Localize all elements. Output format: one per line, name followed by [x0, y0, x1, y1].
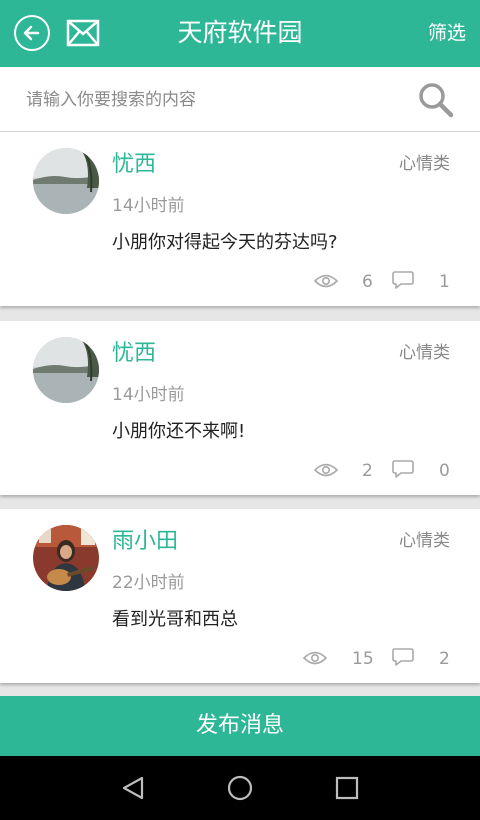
user-name[interactable]: 雨小田 — [112, 527, 178, 557]
view-count: 6 — [362, 272, 373, 292]
post-content: 小朋你对得起今天的芬达吗? — [112, 232, 338, 253]
user-name[interactable]: 忧西 — [112, 339, 156, 369]
nav-home-icon[interactable] — [224, 772, 256, 804]
back-icon — [23, 25, 40, 41]
comment-icon[interactable] — [392, 459, 414, 479]
post-card[interactable]: 忧西 心情类 14小时前 小朋你还不来啊! 2 0 — [0, 321, 480, 495]
search-bar — [0, 67, 480, 132]
back-button[interactable] — [14, 15, 50, 51]
comment-icon[interactable] — [392, 270, 414, 290]
search-icon[interactable] — [418, 82, 454, 118]
avatar[interactable] — [33, 337, 99, 403]
post-time: 14小时前 — [112, 385, 185, 405]
user-name[interactable]: 忧西 — [112, 150, 156, 180]
nav-back-icon[interactable] — [117, 772, 149, 804]
comment-count: 1 — [439, 272, 450, 292]
post-category: 心情类 — [399, 154, 450, 174]
comment-count: 2 — [439, 649, 450, 669]
avatar[interactable] — [33, 148, 99, 214]
view-count: 2 — [362, 461, 373, 481]
eye-icon — [314, 274, 338, 288]
post-time: 14小时前 — [112, 196, 185, 216]
nav-recents-icon[interactable] — [331, 772, 363, 804]
comment-count: 0 — [439, 461, 450, 481]
post-card[interactable]: 忧西 心情类 14小时前 小朋你对得起今天的芬达吗? 6 1 — [0, 132, 480, 306]
eye-icon — [303, 651, 327, 665]
view-count: 15 — [352, 649, 374, 669]
eye-icon — [314, 463, 338, 477]
avatar-lake-image — [33, 337, 99, 403]
filter-button[interactable]: 筛选 — [428, 20, 466, 46]
post-card[interactable]: 雨小田 心情类 22小时前 看到光哥和西总 15 2 — [0, 509, 480, 683]
app-header: 天府软件园 筛选 — [0, 0, 480, 67]
avatar-lake-image — [33, 148, 99, 214]
system-nav-bar — [0, 756, 480, 820]
post-category: 心情类 — [399, 531, 450, 551]
search-input[interactable] — [26, 85, 396, 115]
mail-button[interactable] — [66, 18, 100, 48]
mail-icon — [66, 19, 100, 47]
post-content: 看到光哥和西总 — [112, 609, 238, 630]
publish-button[interactable]: 发布消息 — [0, 696, 480, 756]
avatar-guitarist-image — [33, 525, 99, 591]
post-category: 心情类 — [399, 343, 450, 363]
post-content: 小朋你还不来啊! — [112, 421, 246, 442]
avatar[interactable] — [33, 525, 99, 591]
comment-icon[interactable] — [392, 647, 414, 667]
post-time: 22小时前 — [112, 573, 185, 593]
